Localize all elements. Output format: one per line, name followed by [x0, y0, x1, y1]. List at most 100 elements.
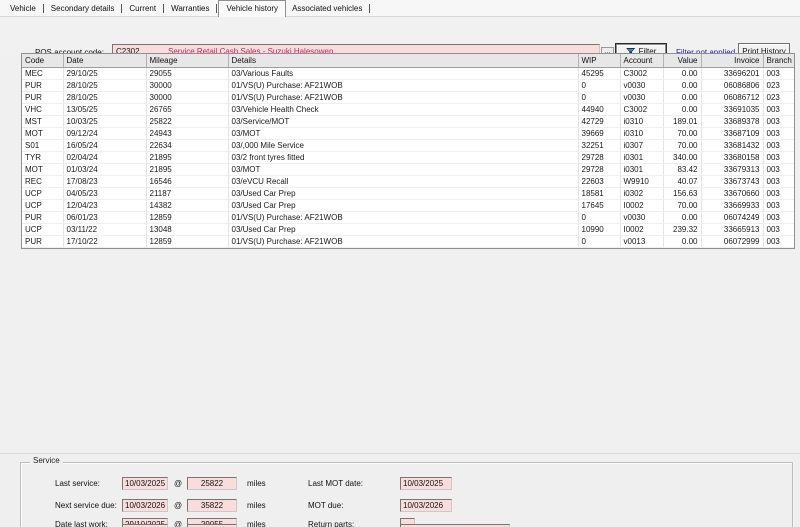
cell-wip: 0 [578, 91, 620, 103]
tab-secondary-details[interactable]: Secondary details [45, 2, 121, 16]
tab-associated-vehicles[interactable]: Associated vehicles [286, 2, 368, 16]
column-header-invoice[interactable]: Invoice [701, 54, 763, 67]
cell-wip: 44940 [578, 103, 620, 115]
cell-code: MST [22, 115, 63, 127]
cell-details: 03/2 front tyres fitted [228, 151, 578, 163]
cell-branch: 003 [763, 235, 794, 247]
cell-date: 29/10/25 [63, 67, 146, 79]
next-service-due-miles-input[interactable]: 35822 [187, 499, 237, 512]
cell-mileage: 30000 [146, 91, 228, 103]
at-symbol: @ [174, 479, 182, 488]
history-row[interactable]: MOT 01/03/24 21895 03/MOT 29728 i0301 83… [22, 163, 794, 175]
cell-value: 0.00 [663, 211, 701, 223]
cell-wip: 17645 [578, 199, 620, 211]
history-row[interactable]: TYR 02/04/24 21895 03/2 front tyres fitt… [22, 151, 794, 163]
history-row[interactable]: PUR 06/01/23 12859 01/VS(U) Purchase: AF… [22, 211, 794, 223]
cell-branch: 003 [763, 67, 794, 79]
cell-code: PUR [22, 211, 63, 223]
mot-due-label: MOT due: [308, 501, 343, 510]
column-header-code[interactable]: Code [22, 54, 63, 67]
history-row[interactable]: PUR 28/10/25 30000 01/VS(U) Purchase: AF… [22, 91, 794, 103]
cell-wip: 10990 [578, 223, 620, 235]
cell-details: 03/MOT [228, 163, 578, 175]
history-row[interactable]: PUR 17/10/22 12859 01/VS(U) Purchase: AF… [22, 235, 794, 247]
cell-code: MOT [22, 127, 63, 139]
last-service-miles-input[interactable]: 25822 [187, 477, 237, 490]
cell-mileage: 29055 [146, 67, 228, 79]
cell-branch: 023 [763, 91, 794, 103]
cell-code: UCP [22, 199, 63, 211]
cell-code: UCP [22, 223, 63, 235]
cell-account: i0301 [620, 151, 663, 163]
history-row[interactable]: MST 10/03/25 25822 03/Service/MOT 42729 … [22, 115, 794, 127]
cell-value: 40.07 [663, 175, 701, 187]
cell-invoice: 33670660 [701, 187, 763, 199]
history-row[interactable]: VHC 13/05/25 26765 03/Vehicle Health Che… [22, 103, 794, 115]
column-header-mileage[interactable]: Mileage [146, 54, 228, 67]
cell-wip: 42729 [578, 115, 620, 127]
cell-branch: 003 [763, 199, 794, 211]
cell-branch: 003 [763, 175, 794, 187]
cell-invoice: 06072999 [701, 235, 763, 247]
cell-details: 03/Service/MOT [228, 115, 578, 127]
cell-invoice: 06086806 [701, 79, 763, 91]
cell-date: 06/01/23 [63, 211, 146, 223]
history-row[interactable]: MEC 29/10/25 29055 03/Various Faults 452… [22, 67, 794, 79]
cell-mileage: 12859 [146, 235, 228, 247]
cell-value: 0.00 [663, 79, 701, 91]
cell-account: I0002 [620, 223, 663, 235]
tab-current[interactable]: Current [123, 2, 162, 16]
tab-separator [216, 4, 217, 13]
tab-separator [163, 4, 164, 13]
service-groupbox-legend: Service [30, 456, 63, 465]
tab-vehicle-history[interactable]: Vehicle history [218, 0, 286, 17]
column-header-details[interactable]: Details [228, 54, 578, 67]
cell-branch: 003 [763, 115, 794, 127]
history-row[interactable]: MOT 09/12/24 24943 03/MOT 39669 i0310 70… [22, 127, 794, 139]
cell-details: 03/Vehicle Health Check [228, 103, 578, 115]
cell-account: i0310 [620, 115, 663, 127]
column-header-date[interactable]: Date [63, 54, 146, 67]
cell-branch: 003 [763, 127, 794, 139]
cell-wip: 0 [578, 79, 620, 91]
cell-branch: 003 [763, 163, 794, 175]
cell-wip: 29728 [578, 163, 620, 175]
tab-warranties[interactable]: Warranties [165, 2, 215, 16]
next-service-due-date-input[interactable]: 10/03/2026 [122, 499, 168, 512]
column-header-branch[interactable]: Branch [763, 54, 794, 67]
cell-date: 28/10/25 [63, 79, 146, 91]
cell-invoice: 06086712 [701, 91, 763, 103]
history-row[interactable]: REC 17/08/23 16546 03/eVCU Recall 22603 … [22, 175, 794, 187]
cell-mileage: 21895 [146, 163, 228, 175]
history-row[interactable]: UCP 12/04/23 14382 03/Used Car Prep 1764… [22, 199, 794, 211]
cell-account: C3002 [620, 103, 663, 115]
cell-branch: 003 [763, 187, 794, 199]
column-header-value[interactable]: Value [663, 54, 701, 67]
cell-date: 17/10/22 [63, 235, 146, 247]
history-row[interactable]: PUR 28/10/25 30000 01/VS(U) Purchase: AF… [22, 79, 794, 91]
tab-vehicle[interactable]: Vehicle [4, 2, 42, 16]
column-header-wip[interactable]: WIP [578, 54, 620, 67]
last-mot-date-input[interactable]: 10/03/2025 [400, 477, 452, 490]
last-service-date-input[interactable]: 10/03/2025 [122, 477, 168, 490]
cell-date: 12/04/23 [63, 199, 146, 211]
cell-mileage: 21187 [146, 187, 228, 199]
cell-details: 03/Various Faults [228, 67, 578, 79]
cell-branch: 003 [763, 223, 794, 235]
history-row[interactable]: S01 16/05/24 22634 03/,000 Mile Service … [22, 139, 794, 151]
cell-invoice: 33696201 [701, 67, 763, 79]
column-header-account[interactable]: Account [620, 54, 663, 67]
cell-details: 01/VS(U) Purchase: AF21WOB [228, 91, 578, 103]
mot-due-input[interactable]: 10/03/2026 [400, 499, 452, 512]
date-last-work-label: Date last work: [55, 520, 108, 527]
cell-account: v0030 [620, 91, 663, 103]
cell-wip: 39669 [578, 127, 620, 139]
history-row[interactable]: UCP 04/05/23 21187 03/Used Car Prep 1858… [22, 187, 794, 199]
cell-value: 340.00 [663, 151, 701, 163]
cell-invoice: 33691035 [701, 103, 763, 115]
history-row[interactable]: UCP 03/11/22 13048 03/Used Car Prep 1099… [22, 223, 794, 235]
cell-invoice: 33679313 [701, 163, 763, 175]
cell-invoice: 33687109 [701, 127, 763, 139]
cell-invoice: 33673743 [701, 175, 763, 187]
cell-date: 04/05/23 [63, 187, 146, 199]
